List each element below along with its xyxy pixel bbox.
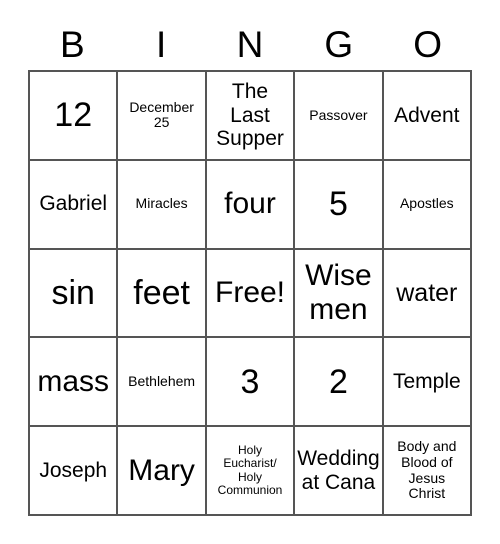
bingo-cell-label: The Last Supper	[216, 80, 284, 151]
bingo-cell-label: Wedding at Cana	[297, 447, 380, 494]
bingo-cell-label: feet	[133, 273, 190, 312]
bingo-cell-label: 12	[54, 96, 93, 135]
bingo-cell[interactable]: The Last Supper	[206, 72, 296, 161]
bingo-cell-label: Apostles	[399, 195, 454, 212]
bingo-cell[interactable]: Temple	[383, 338, 473, 428]
bingo-row: mass Bethlehem 3 2 Temple	[30, 338, 473, 428]
bingo-cell[interactable]: water	[383, 249, 473, 339]
bingo-card: B I N G O 12 December 25 The Last Supper…	[0, 0, 500, 544]
header-letter-n: N	[236, 23, 264, 65]
bingo-grid: 12 December 25 The Last Supper Passover …	[28, 70, 473, 516]
bingo-cell[interactable]: Bethlehem	[118, 338, 207, 428]
bingo-cell[interactable]: Miracles	[118, 160, 207, 250]
bingo-cell-label: Body and Blood of Jesus Christ	[397, 438, 457, 502]
bingo-cell-label: Free!	[215, 276, 286, 310]
bingo-cell-label: 5	[328, 185, 348, 224]
bingo-cell[interactable]: Joseph	[30, 427, 119, 516]
bingo-cell[interactable]: feet	[118, 249, 207, 339]
bingo-cell[interactable]: Gabriel	[30, 160, 119, 250]
bingo-cell-label: Passover	[309, 106, 368, 123]
bingo-cell[interactable]: sin	[30, 249, 119, 339]
bingo-header-row: B I N G O	[28, 18, 472, 70]
bingo-cell-label: four	[224, 187, 276, 221]
bingo-row: Gabriel Miracles four 5 Apostles	[30, 160, 473, 250]
bingo-cell[interactable]: Advent	[383, 72, 473, 161]
bingo-cell[interactable]: Apostles	[383, 160, 473, 250]
header-letter-g: G	[324, 23, 354, 65]
bingo-cell-label: sin	[51, 273, 95, 312]
bingo-cell-label: mass	[37, 364, 110, 398]
header-letter-i: I	[156, 23, 167, 65]
header-letter-o: O	[413, 23, 442, 65]
bingo-cell-label: Holy Eucharist/ Holy Communion	[217, 442, 283, 498]
bingo-cell[interactable]: Holy Eucharist/ Holy Communion	[206, 427, 296, 516]
bingo-cell-label: Bethlehem	[128, 372, 196, 389]
bingo-cell-label: Temple	[392, 370, 461, 394]
bingo-cell-label: Joseph	[39, 458, 108, 482]
bingo-cell[interactable]: mass	[30, 338, 119, 428]
bingo-row: sin feet Free! Wise men water	[30, 249, 473, 339]
bingo-row: Joseph Mary Holy Eucharist/ Holy Communi…	[30, 427, 473, 516]
bingo-cell[interactable]: 5	[295, 160, 384, 250]
bingo-row: 12 December 25 The Last Supper Passover …	[30, 72, 473, 161]
bingo-cell[interactable]: Passover	[295, 72, 384, 161]
header-letter-b: B	[60, 23, 85, 65]
bingo-cell-label: 3	[240, 362, 260, 401]
bingo-cell[interactable]: December 25	[118, 72, 207, 161]
bingo-cell-label: Miracles	[135, 195, 188, 212]
bingo-cell[interactable]: 12	[30, 72, 119, 161]
bingo-cell[interactable]: Mary	[118, 427, 207, 516]
bingo-cell[interactable]: Wedding at Cana	[295, 427, 384, 516]
bingo-cell-label: 2	[328, 362, 348, 401]
bingo-cell-label: Mary	[128, 453, 195, 487]
bingo-cell-label: water	[396, 278, 458, 307]
bingo-cell[interactable]: Wise men	[295, 249, 384, 339]
bingo-cell-free[interactable]: Free!	[206, 249, 296, 339]
bingo-cell[interactable]: Body and Blood of Jesus Christ	[383, 427, 473, 516]
bingo-cell-label: Advent	[394, 103, 460, 127]
bingo-cell-label: Wise men	[305, 259, 372, 326]
bingo-cell-label: December 25	[129, 98, 194, 131]
bingo-cell[interactable]: four	[206, 160, 296, 250]
bingo-cell[interactable]: 2	[295, 338, 384, 428]
bingo-cell-label: Gabriel	[39, 192, 108, 216]
bingo-cell[interactable]: 3	[206, 338, 296, 428]
